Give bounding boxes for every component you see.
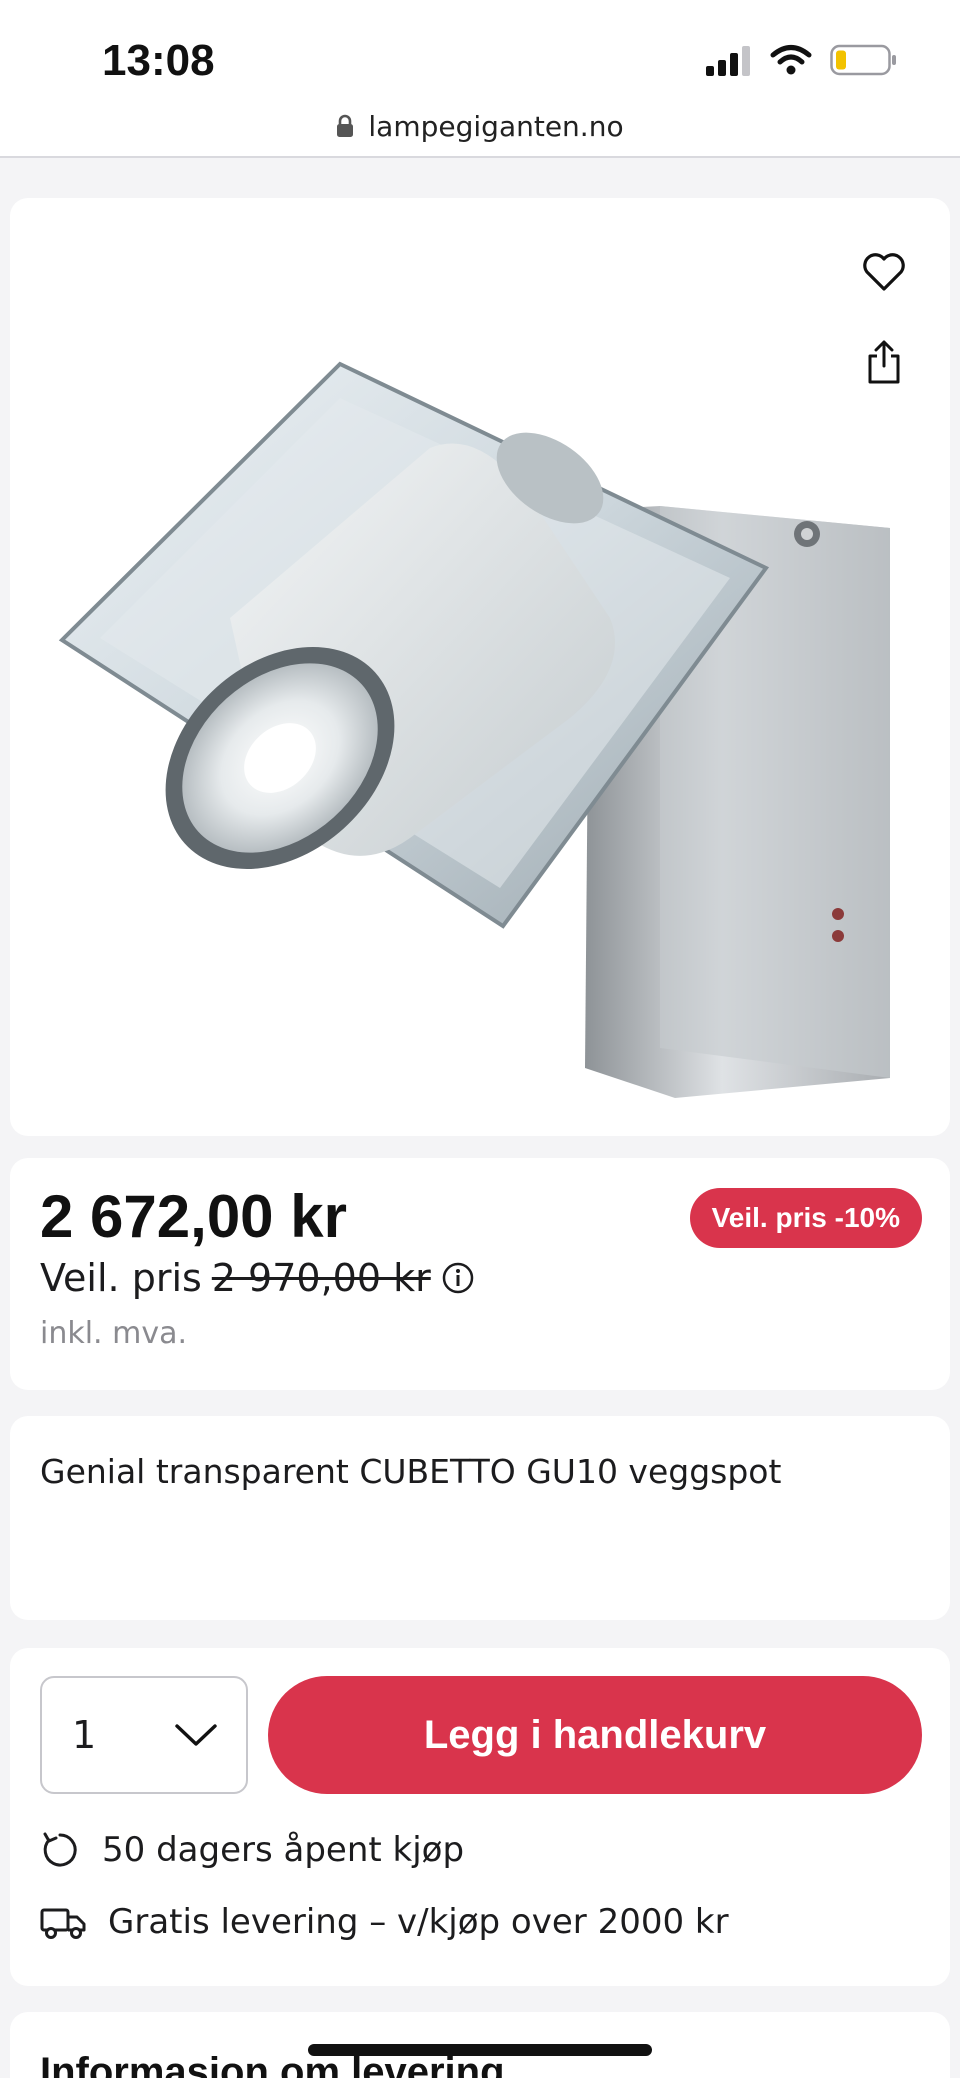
chevron-down-icon — [175, 1724, 217, 1746]
share-icon — [868, 340, 900, 384]
product-image-card — [10, 198, 950, 1136]
lock-icon — [337, 114, 354, 137]
address-bar[interactable]: lampegiganten.no — [0, 96, 960, 158]
battery-low-icon — [830, 44, 896, 76]
status-time: 13:08 — [102, 36, 215, 85]
vat-note: inkl. mva. — [40, 1316, 188, 1351]
feature-free-delivery: Gratis levering – v/kjøp over 2000 kr — [40, 1902, 729, 1942]
feature-open-purchase: 50 dagers åpent kjøp — [40, 1830, 464, 1870]
add-to-cart-card: 1 Legg i handlekurv 50 dagers åpent kjøp… — [10, 1648, 950, 1986]
url-text[interactable]: lampegiganten.no — [368, 110, 623, 143]
recommended-price-label: Veil. pris — [40, 1256, 202, 1300]
recommended-price-row: Veil. pris 2 970,00 kr — [40, 1256, 475, 1300]
home-indicator — [308, 2044, 652, 2056]
discount-badge: Veil. pris -10% — [689, 1188, 922, 1248]
product-image[interactable] — [10, 198, 950, 1136]
heart-icon — [863, 253, 905, 291]
product-title: Genial transparent CUBETTO GU10 veggspot — [40, 1452, 782, 1491]
add-to-cart-button[interactable]: Legg i handlekurv — [268, 1676, 922, 1794]
current-price: 2 672,00 kr — [40, 1183, 347, 1250]
quantity-value: 1 — [72, 1713, 97, 1757]
status-bar: 13:08 — [0, 0, 960, 100]
feature-text: Gratis levering – v/kjøp over 2000 kr — [108, 1902, 729, 1942]
return-arrow-icon — [43, 1832, 77, 1867]
recommended-price-value: 2 970,00 kr — [211, 1256, 431, 1300]
delivery-truck-icon — [40, 1908, 86, 1939]
cellular-signal-icon — [706, 46, 750, 76]
price-card: 2 672,00 kr Veil. pris 2 970,00 kr inkl.… — [10, 1158, 950, 1390]
info-icon[interactable] — [441, 1261, 475, 1295]
favorite-button[interactable] — [854, 242, 914, 302]
status-icons — [704, 44, 898, 76]
feature-text: 50 dagers åpent kjøp — [102, 1830, 465, 1870]
wifi-icon — [770, 45, 812, 75]
quantity-select[interactable]: 1 — [40, 1676, 248, 1794]
product-title-card: Genial transparent CUBETTO GU10 veggspot — [10, 1416, 950, 1620]
share-button[interactable] — [854, 332, 914, 392]
